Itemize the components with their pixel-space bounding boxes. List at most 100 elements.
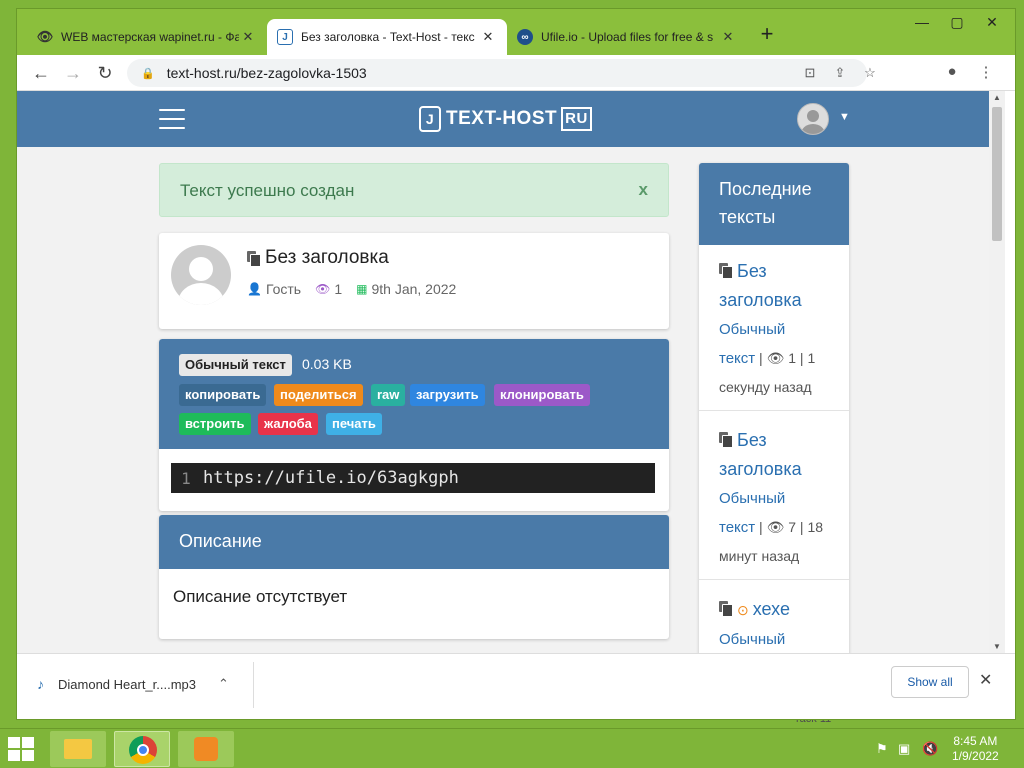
profile-icon[interactable]: ● (941, 63, 963, 83)
category-link[interactable]: текст (719, 350, 755, 367)
back-arrow-icon[interactable]: ← (29, 61, 53, 85)
volume-muted-icon[interactable]: 🔇 (922, 741, 938, 757)
browser-toolbar: ← → ↻ 🔒 text-host.ru/bez-zagolovka-1503 … (17, 55, 1015, 91)
tab-ufile[interactable]: ∞ Ufile.io - Upload files for free & s ✕ (507, 19, 747, 55)
texthost-icon: J (277, 29, 293, 45)
scroll-down-icon[interactable]: ▼ (993, 642, 1001, 651)
chevron-up-icon[interactable]: ⌃ (218, 676, 229, 692)
minimize-button[interactable]: — (907, 11, 937, 33)
network-icon[interactable]: ▣ (898, 741, 910, 757)
caret-down-icon[interactable]: ▼ (839, 111, 850, 123)
clock-date: 1/9/2022 (952, 749, 999, 763)
site-logo[interactable]: J TEXT-HOST RU (419, 106, 592, 132)
close-window-button[interactable]: ✕ (977, 11, 1007, 33)
category-link[interactable]: текст (719, 519, 755, 536)
download-bar: ♪ Diamond Heart_r....mp3 ⌃ Show all ✕ (17, 653, 1015, 719)
scroll-up-icon[interactable]: ▲ (993, 93, 1001, 102)
system-clock[interactable]: 8:45 AM 1/9/2022 (952, 734, 999, 764)
file-explorer-icon[interactable] (50, 731, 106, 767)
menu-dots-icon[interactable]: ⋮ (975, 63, 997, 83)
sidebar-heading: Последние тексты (699, 163, 849, 245)
logo-text: TEXT-HOST (446, 108, 558, 129)
post-meta: 👤 Гость 👁 1 ▦ 9th Jan, 2022 (247, 281, 456, 297)
clock-icon: ⊙ (737, 602, 749, 618)
eye-icon: 👁 (36, 29, 54, 44)
close-icon[interactable]: ✕ (479, 29, 497, 45)
close-icon[interactable]: ✕ (719, 29, 737, 45)
audio-file-icon: ♪ (37, 676, 44, 692)
item-time: секунду назад (719, 379, 812, 395)
code-block[interactable]: 1 https://ufile.io/63agkgph (171, 463, 655, 493)
text-type-badge: Обычный текст (179, 354, 292, 376)
recent-text-link[interactable]: заголовка (719, 455, 829, 484)
post-date: 9th Jan, 2022 (371, 281, 457, 297)
address-bar[interactable]: 🔒 text-host.ru/bez-zagolovka-1503 ⊡ ⇪ ☆ (127, 59, 876, 87)
translate-icon[interactable]: ⊡ (799, 65, 821, 81)
user-icon: 👤 (247, 282, 262, 296)
fl-studio-icon[interactable] (178, 731, 234, 767)
maximize-button[interactable]: ▢ (942, 11, 972, 33)
category-link[interactable]: Обычный (719, 625, 829, 653)
report-button[interactable]: жалоба (258, 413, 318, 435)
tab-texthost[interactable]: J Без заголовка - Text-Host - текс ✕ (267, 19, 507, 55)
close-icon[interactable]: ✕ (979, 670, 992, 690)
clone-button[interactable]: клонировать (494, 384, 590, 406)
tab-title: WEB мастерская wapinet.ru - Фа (61, 30, 239, 44)
close-icon[interactable]: ✕ (239, 29, 257, 45)
chrome-icon[interactable] (114, 731, 170, 767)
page-scrollbar[interactable]: ▲ ▼ (989, 91, 1005, 653)
new-tab-button[interactable]: + (755, 23, 779, 47)
description-header: Описание (159, 515, 669, 569)
site-header: J TEXT-HOST RU ▼ (17, 91, 989, 147)
document-icon (719, 432, 733, 448)
document-icon (719, 263, 733, 279)
raw-button[interactable]: raw (371, 384, 406, 406)
star-icon[interactable]: ☆ (859, 65, 881, 81)
copy-button[interactable]: копировать (179, 384, 267, 406)
description-heading: Описание (179, 531, 262, 551)
print-button[interactable]: печать (326, 413, 382, 435)
url-text: text-host.ru/bez-zagolovka-1503 (166, 65, 367, 81)
post-title: Без заголовка (247, 247, 389, 269)
tab-wapinet[interactable]: 👁 WEB мастерская wapinet.ru - Фа ✕ (27, 19, 267, 55)
ufile-icon: ∞ (517, 29, 533, 45)
document-icon (247, 251, 261, 267)
windows-start-icon[interactable] (8, 737, 36, 763)
recent-text-link[interactable]: ⊙ хехе (719, 595, 829, 625)
category-link[interactable]: Обычный (719, 315, 829, 344)
category-line: текст | 👁 7 | 18 (719, 513, 829, 542)
post-views: 1 (334, 281, 343, 297)
list-item: Без заголовка Обычный текст | 👁 7 | 18 м… (699, 426, 849, 580)
reload-icon[interactable]: ↻ (93, 61, 117, 85)
recent-text-link[interactable]: заголовка (719, 286, 829, 315)
recent-text-link[interactable]: Без (719, 257, 829, 286)
page-viewport: J TEXT-HOST RU ▼ Текст успешно создан x … (17, 91, 989, 653)
item-stats: | 👁 1 | 1 (755, 350, 816, 366)
post-title-text: Без заголовка (265, 247, 389, 268)
post-author: Гость (265, 281, 302, 297)
tab-strip: 👁 WEB мастерская wapinet.ru - Фа ✕ J Без… (17, 9, 1015, 55)
user-avatar[interactable] (797, 103, 829, 135)
success-alert: Текст успешно создан x (159, 163, 669, 217)
scrollbar-thumb[interactable] (992, 107, 1002, 241)
recent-text-link[interactable]: Без (719, 426, 829, 455)
lock-icon: 🔒 (141, 67, 155, 80)
share-button[interactable]: поделиться (274, 384, 363, 406)
tools-bar: Обычный текст 0.03 KB копировать поделит… (159, 339, 669, 449)
logo-mark-icon: J (419, 106, 441, 132)
hamburger-menu-icon[interactable] (159, 109, 185, 129)
category-line: текст | 👁 1 | 1 (719, 344, 829, 373)
list-item: ⊙ хехе Обычный (699, 595, 849, 653)
document-icon (719, 601, 733, 617)
forward-arrow-icon[interactable]: → (61, 61, 85, 85)
download-filename: Diamond Heart_r....mp3 (58, 676, 197, 692)
show-all-button[interactable]: Show all (891, 666, 969, 698)
download-button[interactable]: загрузить (410, 384, 485, 406)
share-icon[interactable]: ⇪ (829, 65, 851, 81)
embed-button[interactable]: встроить (179, 413, 251, 435)
alert-close-button[interactable]: x (639, 180, 648, 200)
action-center-icon[interactable]: ⚑ (876, 741, 888, 757)
download-item[interactable]: ♪ Diamond Heart_r....mp3 ⌃ (37, 676, 229, 692)
eye-icon: 👁 (315, 282, 331, 296)
category-link[interactable]: Обычный (719, 484, 829, 513)
